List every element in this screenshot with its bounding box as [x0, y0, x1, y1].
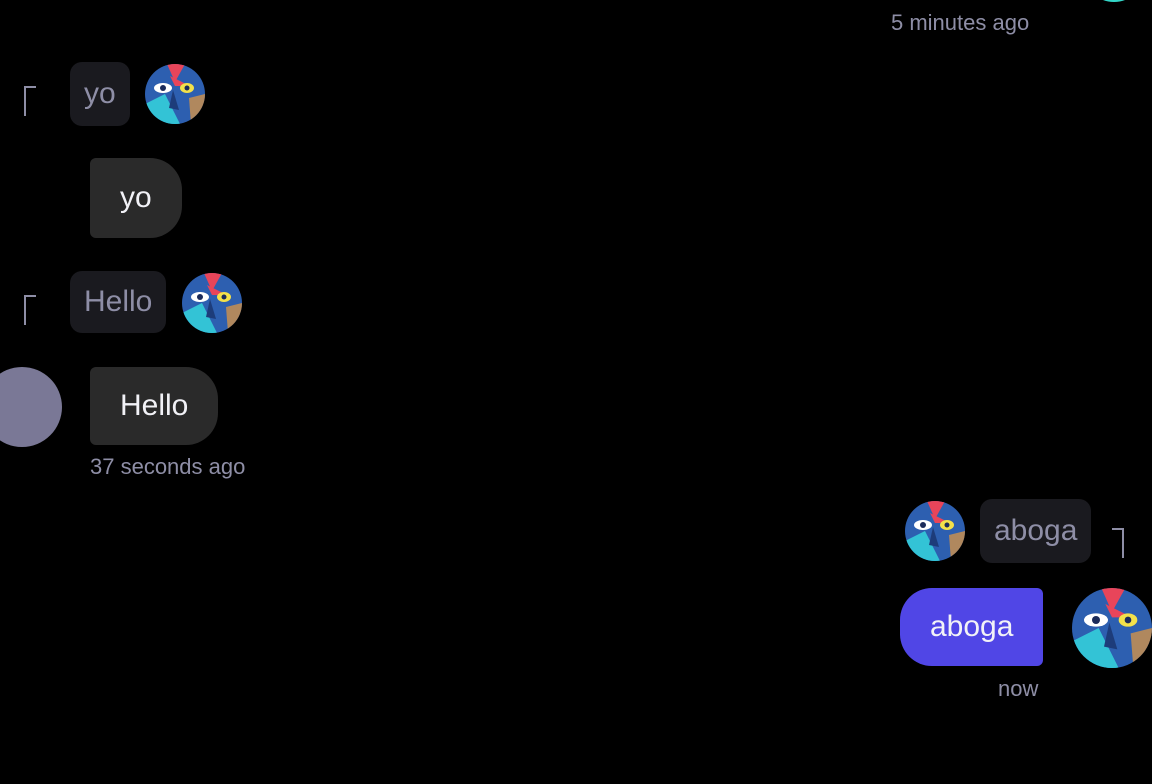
reply-quote[interactable]: yo [70, 62, 130, 126]
message-timestamp: 37 seconds ago [90, 454, 246, 479]
reply-bracket-icon [24, 295, 36, 325]
avatar-partial-top[interactable] [1084, 0, 1144, 2]
bird-portrait-avatar-icon [182, 273, 242, 333]
reply-quote[interactable]: aboga [980, 499, 1092, 563]
reply-bracket-icon [1112, 528, 1124, 558]
bird-portrait-avatar-icon [1072, 588, 1152, 668]
avatar[interactable] [145, 64, 205, 124]
reply-bracket-icon [24, 86, 36, 116]
bird-portrait-avatar-icon [905, 501, 965, 561]
avatar[interactable] [905, 501, 965, 561]
reply-quote[interactable]: Hello [70, 271, 167, 333]
avatar[interactable] [1072, 588, 1152, 668]
message-bubble[interactable]: aboga [900, 588, 1044, 666]
avatar[interactable] [182, 273, 242, 333]
message-bubble[interactable]: Hello [90, 367, 219, 445]
bird-portrait-avatar-icon [145, 64, 205, 124]
message-timestamp: 5 minutes ago [891, 10, 1030, 35]
chat-thread: 5 minutes ago yo yo Hello Hello 37 secon… [0, 0, 1152, 784]
message-bubble[interactable]: yo [90, 158, 182, 238]
message-timestamp: now [998, 676, 1039, 701]
placeholder-avatar-icon[interactable] [0, 367, 62, 447]
